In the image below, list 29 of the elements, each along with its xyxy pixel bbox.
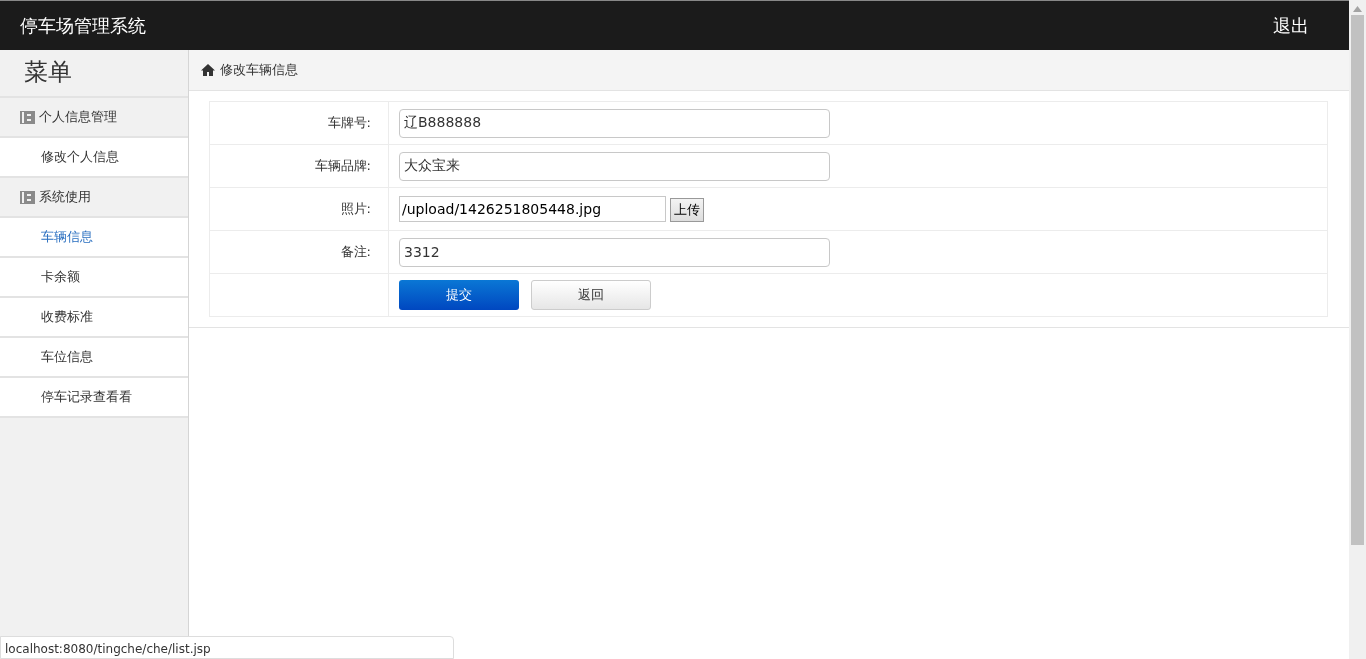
- back-button[interactable]: 返回: [531, 280, 651, 310]
- input-field[interactable]: 大众宝来: [399, 151, 830, 181]
- submit-button[interactable]: 提交: [399, 280, 519, 310]
- app-title: 停车场管理系统: [20, 14, 146, 38]
- upload-button[interactable]: 上传: [670, 198, 705, 222]
- field-label: 备注:: [209, 230, 389, 274]
- menu-group-label: 系统使用: [39, 188, 91, 207]
- menu-item[interactable]: 卡余额: [0, 256, 188, 296]
- menu-item[interactable]: 收费标准: [0, 296, 188, 336]
- scrollbar[interactable]: [1349, 0, 1366, 659]
- field-label: 车辆品牌:: [209, 144, 389, 188]
- status-url: localhost:8080/tingche/che/list.jsp: [0, 636, 454, 659]
- field-label: 照片:: [209, 187, 389, 231]
- menu-item[interactable]: 修改个人信息: [0, 136, 188, 176]
- input-field[interactable]: 辽B888888: [399, 108, 830, 138]
- file-path-field[interactable]: /upload/1426251805448.jpg: [399, 196, 666, 222]
- input-field[interactable]: 3312: [399, 237, 830, 267]
- menu-title: 菜单: [23, 57, 73, 88]
- menu-group-label: 个人信息管理: [39, 108, 117, 127]
- menu-item[interactable]: 车位信息: [0, 336, 188, 376]
- field-label: 车牌号:: [209, 101, 389, 145]
- contact-card-icon: [20, 110, 35, 124]
- contact-card-icon: [20, 190, 35, 204]
- scroll-up-arrow-icon[interactable]: [1353, 6, 1362, 12]
- home-icon: [201, 64, 215, 76]
- breadcrumb-text: 修改车辆信息: [220, 61, 298, 80]
- menu-item[interactable]: 车辆信息: [0, 216, 188, 256]
- logout-link[interactable]: 退出: [1273, 12, 1309, 39]
- menu-item[interactable]: 停车记录查看看: [0, 376, 188, 416]
